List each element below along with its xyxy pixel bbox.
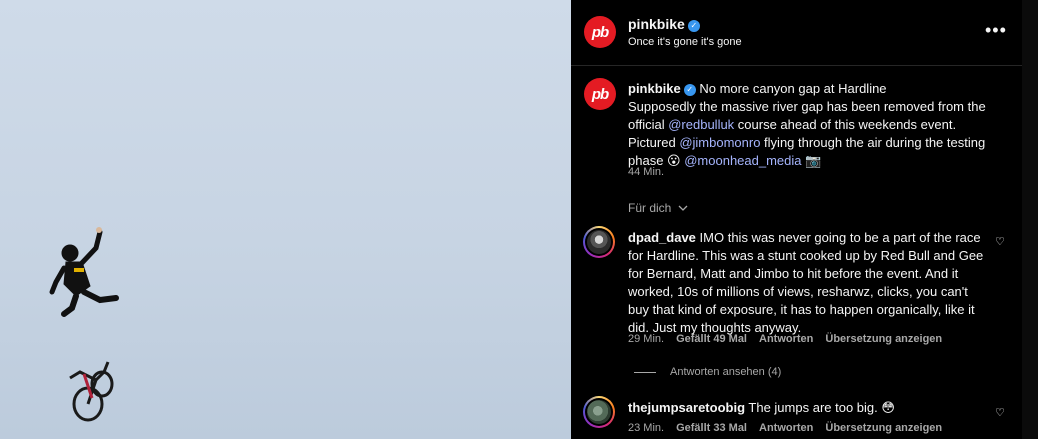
avatar-image	[587, 400, 611, 424]
reply-button[interactable]: Antworten	[759, 333, 813, 345]
caption-author[interactable]: pinkbike	[628, 81, 681, 96]
chevron-down-icon	[675, 201, 688, 215]
author-name-wrap: pinkbike ✓	[628, 16, 700, 34]
emoji: 😳	[881, 400, 895, 415]
commenter-avatar[interactable]	[583, 226, 615, 258]
scrollbar[interactable]	[1022, 0, 1038, 439]
replies-line	[634, 371, 656, 373]
comment-body: thejumpsaretoobig The jumps are too big.…	[628, 399, 988, 417]
mention-link[interactable]: @jimbomonro	[679, 135, 760, 150]
more-options-icon[interactable]: •••	[985, 20, 1007, 41]
like-heart-icon[interactable]: ♡	[995, 235, 1005, 248]
audio-subtitle[interactable]: Once it's gone it's gone	[628, 36, 742, 48]
mention-link[interactable]: @redbulluk	[668, 117, 734, 132]
view-replies-button[interactable]: Antworten ansehen (4)	[634, 366, 781, 378]
post-photo	[0, 0, 571, 439]
author-avatar[interactable]: pb	[584, 16, 616, 48]
post-detail-panel: pb pinkbike ✓ Once it's gone it's gone ••…	[571, 0, 1022, 439]
mention-link[interactable]: @moonhead_media	[684, 153, 801, 168]
rider-in-air-illustration	[49, 227, 119, 422]
comment-time: 29 Min.	[628, 333, 665, 345]
caption-title: No more canyon gap at Hardline	[699, 81, 887, 96]
caption-author-avatar[interactable]: pb	[584, 78, 616, 110]
post-caption: pinkbike ✓ No more canyon gap at Hardline…	[628, 80, 998, 170]
comment-text: The jumps are too big.	[748, 400, 882, 415]
verified-icon: ✓	[687, 20, 700, 32]
author-handle[interactable]: pinkbike	[628, 16, 685, 32]
like-heart-icon[interactable]: ♡	[995, 406, 1005, 419]
avatar-image	[587, 230, 611, 254]
comment-meta: 23 Min. Gefällt 33 Mal Antworten Überset…	[628, 422, 942, 434]
comment-author[interactable]: dpad_dave	[628, 230, 696, 245]
comment-time: 23 Min.	[628, 422, 665, 434]
reply-button[interactable]: Antworten	[759, 422, 813, 434]
translate-button[interactable]: Übersetzung anzeigen	[825, 422, 942, 434]
comment-text: IMO this was never going to be a part of…	[628, 230, 984, 335]
camera-emoji: 📷	[805, 153, 822, 168]
comment-filter-dropdown[interactable]: Für dich	[628, 201, 688, 215]
comment-meta: 29 Min. Gefällt 49 Mal Antworten Überset…	[628, 333, 942, 345]
emoji: 😮	[667, 153, 681, 168]
like-count-button[interactable]: Gefällt 49 Mal	[676, 333, 747, 345]
post-header: pb pinkbike ✓ Once it's gone it's gone ••…	[571, 0, 1022, 66]
filter-label: Für dich	[628, 201, 672, 215]
view-replies-label: Antworten ansehen (4)	[670, 366, 782, 378]
comment-body: dpad_dave IMO this was never going to be…	[628, 229, 988, 337]
verified-icon: ✓	[683, 84, 696, 96]
comment-author[interactable]: thejumpsaretoobig	[628, 400, 745, 415]
commenter-avatar[interactable]	[583, 396, 615, 428]
like-count-button[interactable]: Gefällt 33 Mal	[676, 422, 747, 434]
translate-button[interactable]: Übersetzung anzeigen	[825, 333, 942, 345]
caption-timestamp: 44 Min.	[628, 166, 665, 178]
